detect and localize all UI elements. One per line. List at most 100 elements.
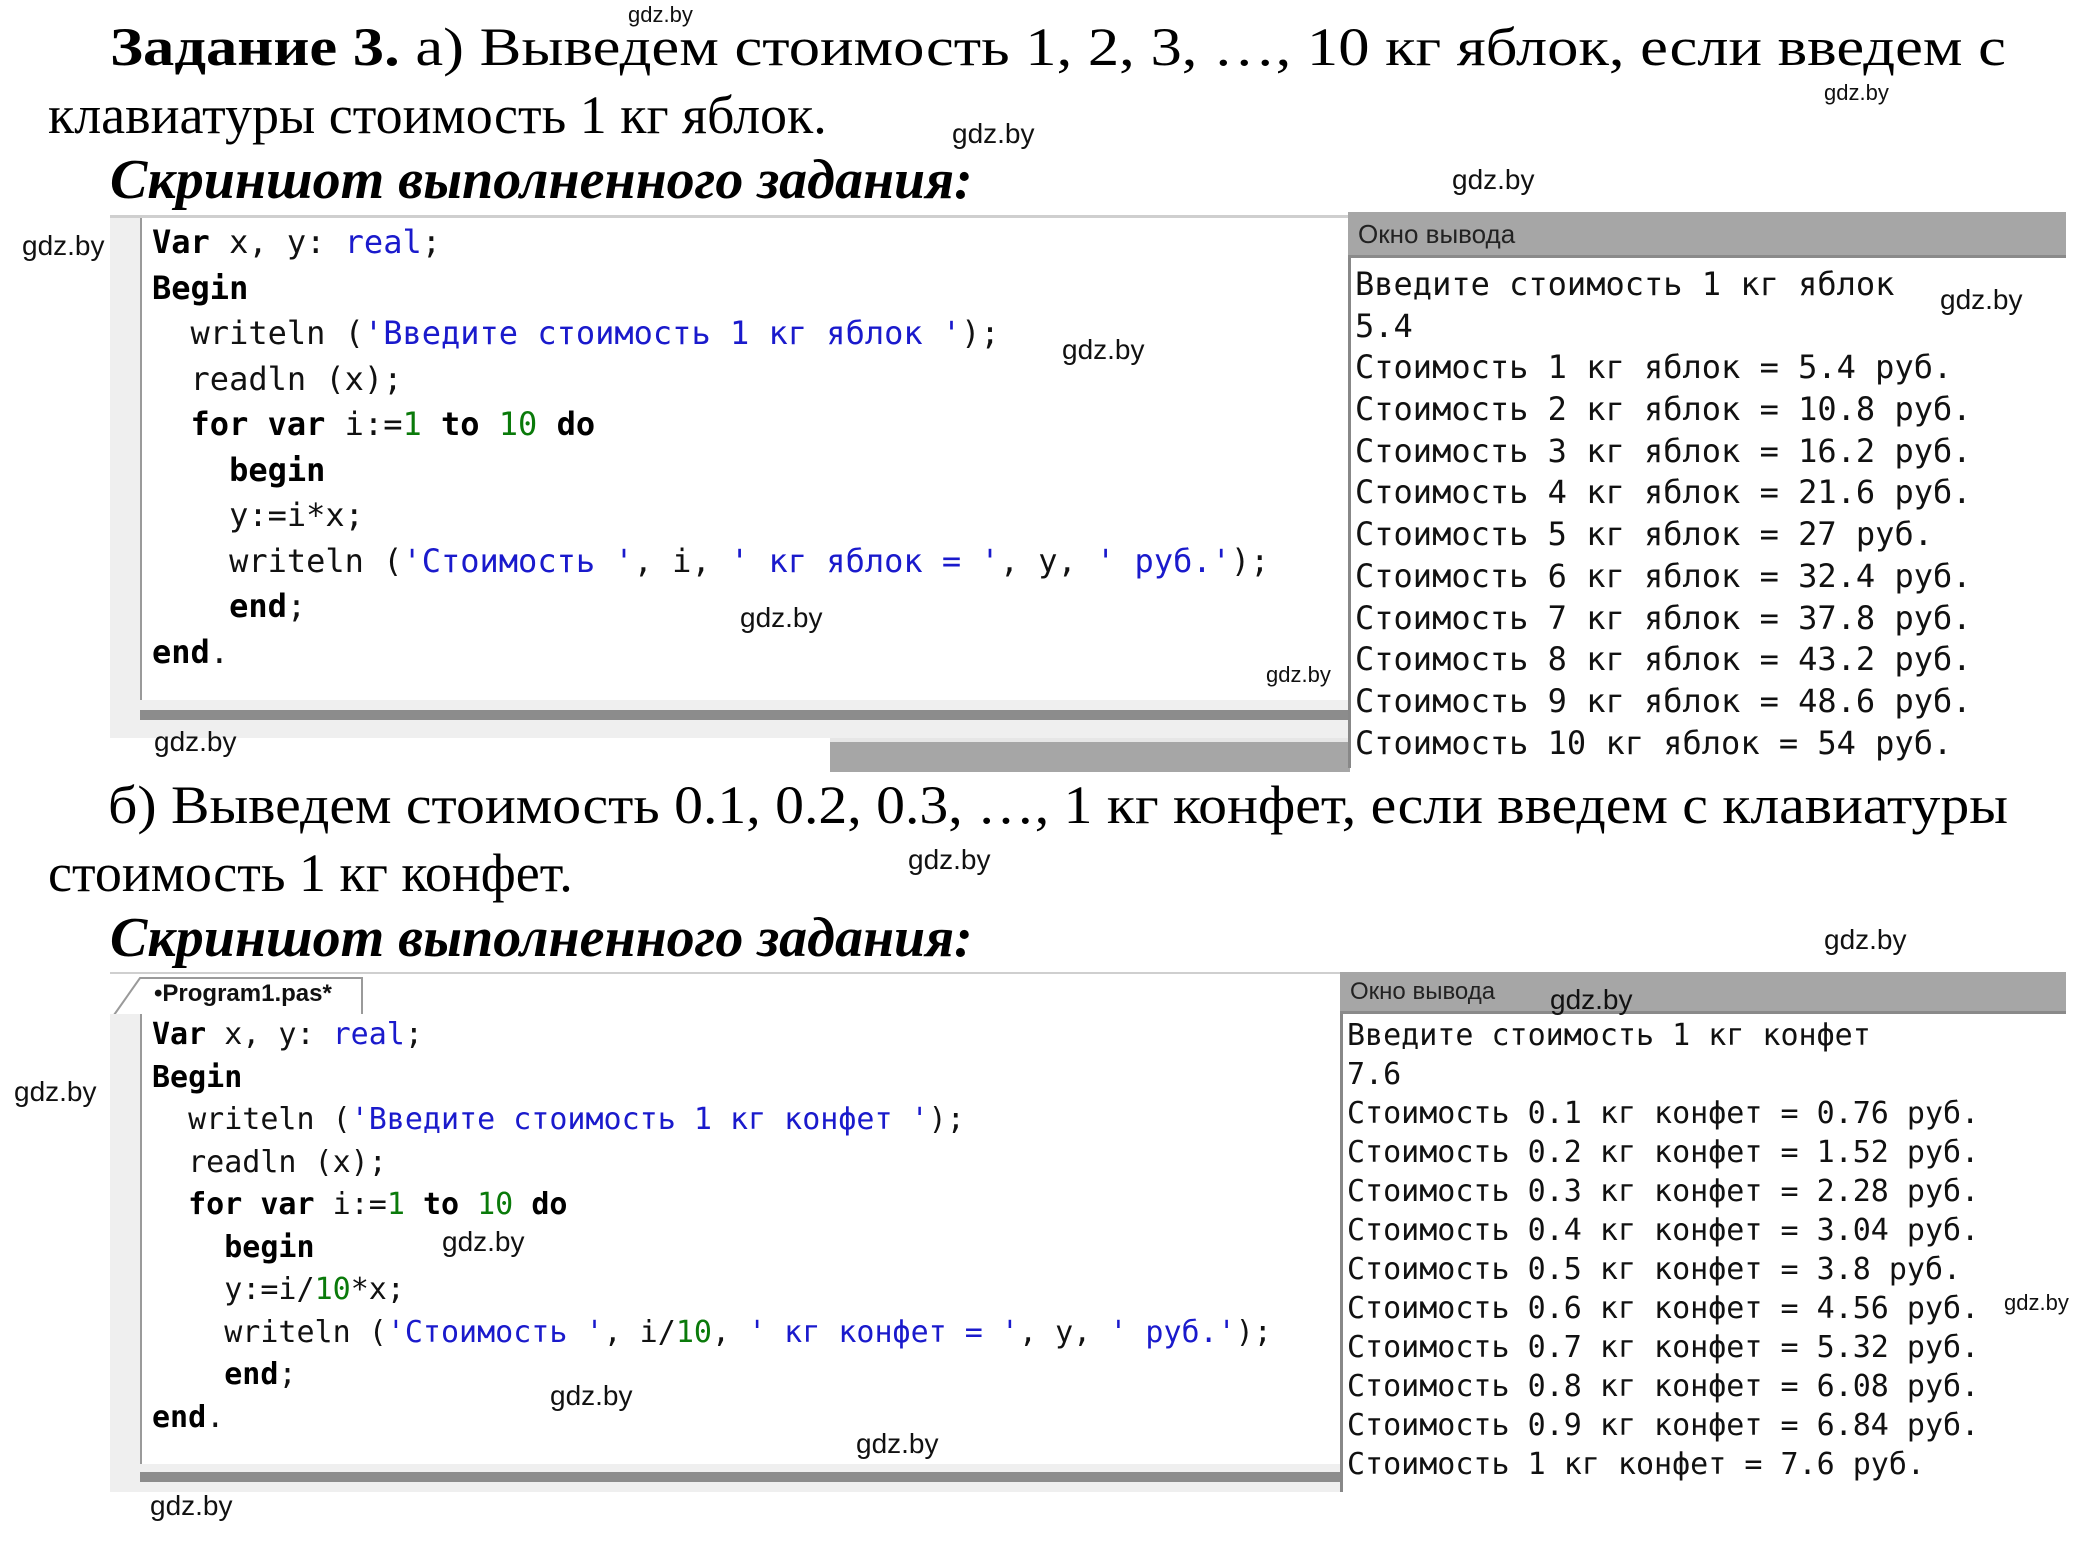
- watermark: gdz.by: [22, 230, 105, 261]
- hscroll-track-b[interactable]: [110, 1464, 1340, 1492]
- code-line[interactable]: Begin: [152, 1057, 1272, 1100]
- output-window-title-b: Окно вывода: [1340, 972, 2066, 1014]
- code-editor-b[interactable]: Var x, y: real; Begin writeln ('Введите с…: [110, 1014, 1340, 1464]
- output-line: Стоимость 7 кг яблок = 37.8 руб.: [1355, 598, 1972, 637]
- code-token: y:=i*x;: [152, 496, 364, 534]
- output-window-b: Окно вывода Введите стоимость 1 кг конфе…: [1340, 972, 2066, 1492]
- output-line: Стоимость 1 кг яблок = 5.4 руб.: [1355, 348, 1953, 387]
- code-token-num: 1: [386, 1187, 405, 1222]
- output-line: Стоимость 0.9 кг конфет = 6.84 руб.: [1347, 1408, 1980, 1443]
- hscroll-track-a[interactable]: [110, 700, 1350, 738]
- code-token: writeln (: [152, 314, 364, 352]
- code-token: );: [928, 1102, 965, 1137]
- code-token: , i/: [603, 1314, 676, 1350]
- output-line: Стоимость 3 кг яблок = 16.2 руб.: [1355, 431, 1972, 470]
- splitter-a[interactable]: [830, 738, 1350, 772]
- code-token: readln (x);: [152, 1144, 387, 1180]
- code-line[interactable]: Var x, y: real;: [152, 220, 1269, 266]
- task-b-line2: стоимость 1 кг конфет.: [48, 843, 573, 903]
- code-token: .: [209, 632, 230, 671]
- code-token-kw: to: [422, 1187, 460, 1222]
- code-line[interactable]: for var i:=1 to 10 do: [152, 402, 1269, 448]
- code-line[interactable]: writeln ('Стоимость ', i, ' кг яблок = '…: [152, 539, 1269, 585]
- watermark: gdz.by: [1266, 662, 1331, 687]
- watermark: gdz.by: [550, 1380, 633, 1411]
- output-text-b: Введите стоимость 1 кг конфет 7.6 Стоимост…: [1340, 1014, 2066, 1492]
- code-token-kw: Begin: [152, 1059, 243, 1095]
- output-line: Стоимость 0.7 кг конфет = 5.32 руб.: [1347, 1330, 1980, 1365]
- watermark: gdz.by: [1550, 984, 1633, 1015]
- task-b-line1: б) Выведем стоимость 0.1, 0.2, 0.3, …, 1…: [108, 775, 2008, 835]
- code-line[interactable]: end.: [152, 630, 1269, 676]
- code-token-str: ' кг конфет = ': [748, 1314, 1019, 1350]
- code-token-num: 10: [498, 405, 538, 443]
- code-editor-a[interactable]: Var x, y: real; Begin writeln ('Введите с…: [110, 215, 1350, 703]
- code-token-num: 10: [477, 1187, 514, 1222]
- watermark: gdz.by: [740, 602, 823, 633]
- watermark: gdz.by: [856, 1428, 939, 1459]
- watermark: gdz.by: [628, 2, 693, 27]
- output-line: Стоимость 0.5 кг конфет = 3.8 руб.: [1347, 1252, 1962, 1287]
- code-token: );: [961, 314, 1000, 352]
- code-token-num: 10: [675, 1314, 712, 1350]
- watermark: gdz.by: [1940, 284, 2023, 315]
- code-text-b[interactable]: Var x, y: real; Begin writeln ('Введите с…: [152, 1014, 1272, 1439]
- output-line: Стоимость 0.3 кг конфет = 2.28 руб.: [1347, 1174, 1980, 1209]
- code-line[interactable]: begin: [152, 1227, 1272, 1270]
- code-line[interactable]: Var x, y: real;: [152, 1014, 1272, 1057]
- code-line[interactable]: writeln ('Введите стоимость 1 кг конфет …: [152, 1099, 1272, 1142]
- code-token: x, y:: [209, 223, 345, 261]
- code-line[interactable]: readln (x);: [152, 1142, 1272, 1185]
- code-line[interactable]: for var i:=1 to 10 do: [152, 1184, 1272, 1227]
- watermark: gdz.by: [908, 844, 991, 875]
- hscroll-thumb-a[interactable]: [140, 710, 1350, 720]
- code-token: y:=i/: [152, 1272, 315, 1307]
- code-token: ;: [286, 587, 307, 625]
- watermark: gdz.by: [1824, 80, 1889, 105]
- code-token: );: [1230, 541, 1270, 580]
- code-token-kw: begin: [224, 1229, 315, 1265]
- code-token: , y,: [999, 541, 1097, 580]
- code-token: ;: [404, 1017, 423, 1052]
- code-token-kw: begin: [229, 450, 326, 489]
- watermark: gdz.by: [1824, 924, 1907, 955]
- editor-gutter: [110, 1014, 142, 1464]
- code-token-kw: Begin: [152, 268, 249, 307]
- code-token: );: [1235, 1314, 1272, 1350]
- output-line: Стоимость 1 кг конфет = 7.6 руб.: [1347, 1447, 1925, 1482]
- code-text-a[interactable]: Var x, y: real; Begin writeln ('Введите с…: [152, 220, 1269, 675]
- task-title: Задание 3.: [110, 17, 400, 77]
- tab-program1[interactable]: •Program1.pas*: [154, 980, 332, 1008]
- code-line[interactable]: end;: [152, 1354, 1272, 1397]
- code-token-str: ' кг яблок = ': [729, 541, 1000, 580]
- code-line[interactable]: begin: [152, 448, 1269, 494]
- code-token: .: [206, 1399, 225, 1435]
- code-token-kw: end: [224, 1357, 279, 1392]
- screenshot-heading-b: Скриншот выполненного задания:: [110, 907, 973, 969]
- code-line[interactable]: writeln ('Стоимость ', i/10, ' кг конфет…: [152, 1312, 1272, 1355]
- code-token: , i,: [633, 541, 730, 580]
- code-line[interactable]: end;: [152, 584, 1269, 630]
- hscroll-thumb-b[interactable]: [140, 1472, 1340, 1482]
- code-token-kw: do: [531, 1187, 568, 1222]
- code-token: , y,: [1019, 1314, 1110, 1350]
- output-window-title-a: Окно вывода: [1348, 212, 2066, 258]
- output-line: Стоимость 2 кг яблок = 10.8 руб.: [1355, 390, 1972, 429]
- watermark: gdz.by: [2004, 1290, 2069, 1315]
- output-line: Стоимость 0.2 кг конфет = 1.52 руб.: [1347, 1135, 1980, 1170]
- output-line: Введите стоимость 1 кг конфет: [1347, 1018, 1871, 1053]
- code-line[interactable]: y:=i/10*x;: [152, 1269, 1272, 1312]
- code-line[interactable]: Begin: [152, 266, 1269, 312]
- code-line[interactable]: y:=i*x;: [152, 493, 1269, 539]
- code-line[interactable]: end.: [152, 1397, 1272, 1440]
- output-line: Стоимость 0.8 кг конфет = 6.08 руб.: [1347, 1369, 1980, 1404]
